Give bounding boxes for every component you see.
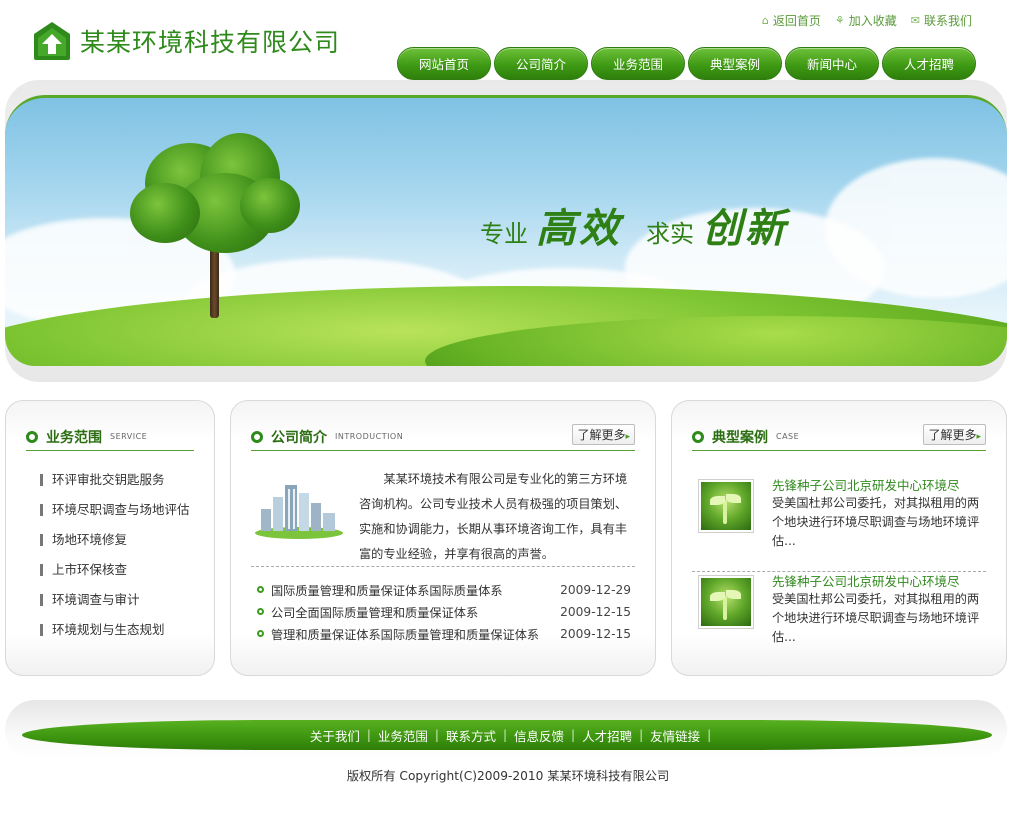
case-desc: 受美国杜邦公司委托，对其拟租用的两个地块进行环境尽职调查与场地环境评估... xyxy=(772,592,980,644)
more-label: 了解更多 xyxy=(928,428,977,442)
footer-link-services[interactable]: 业务范围 xyxy=(371,726,435,745)
news-title: 公司全面国际质量管理和质量保证体系 xyxy=(271,606,479,620)
bookmark-link[interactable]: ⚘ 加入收藏 xyxy=(835,12,897,29)
nav-news[interactable]: 新闻中心 xyxy=(785,47,879,80)
case-desc: 受美国杜邦公司委托，对其拟租用的两个地块进行环境尽职调查与场地环境评估... xyxy=(772,496,980,548)
home-icon: ⌂ xyxy=(761,14,769,27)
nav-home[interactable]: 网站首页 xyxy=(397,47,491,80)
news-date: 2009-12-15 xyxy=(560,627,631,641)
news-title: 管理和质量保证体系国际质量管理和质量保证体系 xyxy=(271,628,540,642)
cases-panel: 典型案例 CASE 了解更多▸ 先锋种子公司北京研发中心环境尽 受美国杜邦公司委… xyxy=(671,400,1007,676)
contact-icon: ✉ xyxy=(910,14,920,27)
footer-link-about[interactable]: 关于我们 xyxy=(303,726,367,745)
footer-link-feedback[interactable]: 信息反馈 xyxy=(507,726,571,745)
service-item[interactable]: 环境尽职调查与场地评估 xyxy=(40,501,190,531)
slogan-word: 高效 xyxy=(536,205,622,252)
nav-services[interactable]: 业务范围 xyxy=(591,47,685,80)
service-item[interactable]: 环境调查与审计 xyxy=(40,591,190,621)
contact-link-label: 联系我们 xyxy=(923,14,972,28)
top-links: ⌂ 返回首页 ⚘ 加入收藏 ✉ 联系我们 xyxy=(762,12,972,29)
footer-link-jobs[interactable]: 人才招聘 xyxy=(575,726,639,745)
bullet-icon xyxy=(692,430,704,443)
contact-link[interactable]: ✉ 联系我们 xyxy=(911,12,972,29)
slogan-word: 专业 xyxy=(480,220,528,248)
news-item[interactable]: 国际质量管理和质量保证体系国际质量体系 2009-12-29 xyxy=(257,579,631,601)
news-title: 国际质量管理和质量保证体系国际质量体系 xyxy=(271,584,503,598)
divider xyxy=(251,566,635,567)
bookmark-icon: ⚘ xyxy=(834,14,845,27)
news-date: 2009-12-15 xyxy=(560,605,631,619)
cases-more-button[interactable]: 了解更多▸ xyxy=(923,424,986,445)
service-item[interactable]: 上市环保核查 xyxy=(40,561,190,591)
company-logo[interactable]: 某某环境科技有限公司 xyxy=(32,20,340,62)
service-list: 环评审批交钥匙服务 环境尽职调查与场地评估 场地环境修复 上市环保核查 环境调查… xyxy=(40,471,190,651)
bullet-icon xyxy=(251,430,263,443)
slogan-word: 求实 xyxy=(646,220,694,248)
service-item[interactable]: 环评审批交钥匙服务 xyxy=(40,471,190,501)
cases-subtitle: CASE xyxy=(776,432,800,441)
more-label: 了解更多 xyxy=(577,428,626,442)
city-buildings-image xyxy=(253,473,345,539)
separator: | xyxy=(707,728,712,742)
service-item[interactable]: 环境规划与生态规划 xyxy=(40,621,190,651)
company-name: 某某环境科技有限公司 xyxy=(80,28,341,57)
service-header: 业务范围 SERVICE xyxy=(26,423,194,451)
cases-header: 典型案例 CASE 了解更多▸ xyxy=(692,423,986,451)
cases-title: 典型案例 xyxy=(712,429,768,446)
service-panel: 业务范围 SERVICE 环评审批交钥匙服务 环境尽职调查与场地评估 场地环境修… xyxy=(5,400,215,676)
copyright: 版权所有 Copyright(C)2009-2010 某某环境科技有限公司 xyxy=(346,769,670,783)
service-item[interactable]: 场地环境修复 xyxy=(40,531,190,561)
bullet-icon xyxy=(26,430,38,443)
nav-cases[interactable]: 典型案例 xyxy=(688,47,782,80)
news-item[interactable]: 管理和质量保证体系国际质量管理和质量保证体系 2009-12-15 xyxy=(257,623,631,645)
nav-about[interactable]: 公司简介 xyxy=(494,47,588,80)
home-link[interactable]: ⌂ 返回首页 xyxy=(762,12,821,29)
main-nav: 网站首页 公司简介 业务范围 典型案例 新闻中心 人才招聘 xyxy=(397,47,976,80)
intro-more-button[interactable]: 了解更多▸ xyxy=(572,424,635,445)
house-arrow-icon xyxy=(32,20,72,62)
footer-link-contact[interactable]: 联系方式 xyxy=(439,726,503,745)
bookmark-link-label: 加入收藏 xyxy=(848,14,897,28)
intro-header: 公司简介 INTRODUCTION 了解更多▸ xyxy=(251,423,635,451)
news-item[interactable]: 公司全面国际质量管理和质量保证体系 2009-12-15 xyxy=(257,601,631,623)
banner: 专业 高效 求实 创新 xyxy=(5,95,1007,366)
case-item[interactable]: 先锋种子公司北京研发中心环境尽 受美国杜邦公司委托，对其拟租用的两个地块进行环境… xyxy=(698,569,984,655)
case-item[interactable]: 先锋种子公司北京研发中心环境尽 受美国杜邦公司委托，对其拟租用的两个地块进行环境… xyxy=(698,473,984,559)
sprout-image xyxy=(698,479,754,533)
footer-nav: 关于我们 | 业务范围 | 联系方式 | 信息反馈 | 人才招聘 | 友情链接 | xyxy=(22,720,992,750)
sprout-image xyxy=(698,575,754,629)
news-date: 2009-12-29 xyxy=(560,583,631,597)
intro-subtitle: INTRODUCTION xyxy=(335,432,404,441)
intro-text: 某某环境技术有限公司是专业化的第三方环境咨询机构。公司专业技术人员有极强的项目策… xyxy=(359,472,628,561)
banner-slogan: 专业 高效 求实 创新 xyxy=(480,196,804,254)
footer-link-friends[interactable]: 友情链接 xyxy=(643,726,707,745)
home-link-label: 返回首页 xyxy=(772,14,821,28)
case-title[interactable]: 先锋种子公司北京研发中心环境尽 xyxy=(772,571,960,590)
nav-jobs[interactable]: 人才招聘 xyxy=(882,47,976,80)
slogan-word: 创新 xyxy=(702,205,788,252)
service-title: 业务范围 xyxy=(46,429,102,446)
news-list: 国际质量管理和质量保证体系国际质量体系 2009-12-29 公司全面国际质量管… xyxy=(257,579,631,645)
arrow-right-icon: ▸ xyxy=(976,432,981,442)
case-title[interactable]: 先锋种子公司北京研发中心环境尽 xyxy=(772,475,960,494)
intro-panel: 公司简介 INTRODUCTION 了解更多▸ 某某环境技术有限公司是专业化的第… xyxy=(230,400,656,676)
service-subtitle: SERVICE xyxy=(110,432,148,441)
arrow-right-icon: ▸ xyxy=(625,432,630,442)
intro-title: 公司简介 xyxy=(271,429,327,446)
